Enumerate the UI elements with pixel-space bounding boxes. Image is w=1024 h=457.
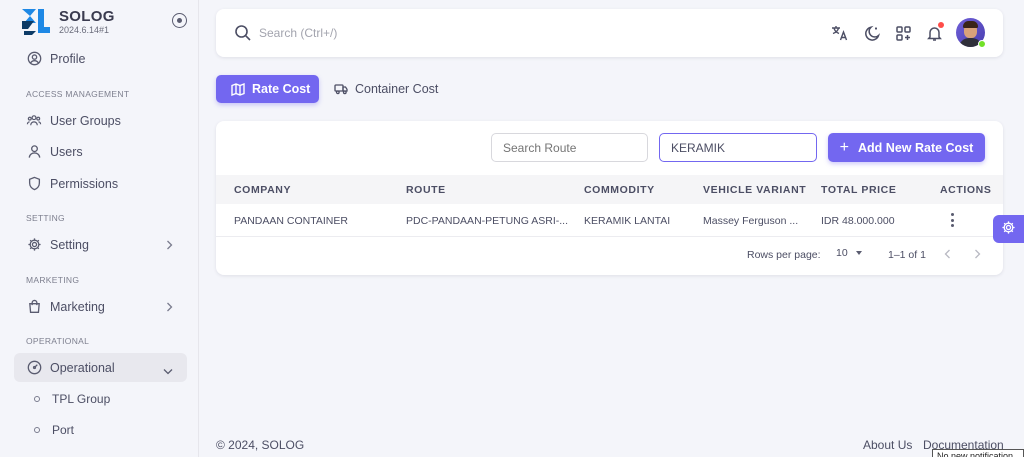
- add-rate-cost-button[interactable]: + Add New Rate Cost: [828, 133, 985, 162]
- sidebar-item-user-groups[interactable]: User Groups: [14, 106, 187, 135]
- more-vertical-icon[interactable]: [950, 213, 954, 227]
- user-icon: [26, 144, 42, 160]
- col-company[interactable]: COMPANY: [234, 184, 291, 196]
- cell-commodity: KERAMIK LANTAI: [584, 215, 671, 227]
- about-us-link[interactable]: About Us: [863, 438, 912, 452]
- tab-rate-cost[interactable]: Rate Cost: [216, 75, 319, 103]
- cell-vehicle-variant: Massey Ferguson ...: [703, 215, 799, 227]
- sidebar-item-label: Operational: [50, 360, 115, 375]
- brand-version: 2024.6.14#1: [59, 24, 110, 35]
- sidebar-item-operational[interactable]: Operational: [14, 353, 187, 382]
- tab-label: Container Cost: [355, 82, 439, 96]
- chevron-down-icon: [163, 364, 173, 378]
- sidebar-collapse-toggle[interactable]: [172, 13, 187, 28]
- sidebar-item-label: TPL Group: [52, 392, 111, 406]
- rows-per-page-label: Rows per page:: [747, 249, 821, 261]
- rows-per-page-select[interactable]: 10: [836, 247, 862, 259]
- users-group-icon: [26, 113, 42, 129]
- plus-icon: +: [839, 138, 850, 156]
- col-route[interactable]: ROUTE: [406, 184, 446, 196]
- sidebar-item-label: Users: [50, 144, 83, 159]
- copyright: © 2024, SOLOG: [216, 438, 305, 452]
- gear-icon: [1001, 220, 1016, 238]
- shield-icon: [26, 176, 42, 192]
- shopping-bag-icon: [26, 299, 42, 315]
- translate-icon[interactable]: [830, 23, 850, 43]
- solog-logo: [20, 7, 52, 37]
- brand[interactable]: SOLOG 2024.6.14#1: [20, 7, 115, 37]
- sidebar-item-permissions[interactable]: Permissions: [14, 169, 187, 198]
- search-input[interactable]: Search (Ctrl+/): [259, 26, 337, 40]
- sidebar-item-setting[interactable]: Setting: [14, 230, 187, 259]
- sidebar-subitem-tpl-group[interactable]: TPL Group: [14, 386, 187, 412]
- gear-icon: [26, 237, 42, 253]
- moon-icon[interactable]: [862, 23, 882, 43]
- chevron-right-icon: [166, 301, 173, 315]
- brand-name: SOLOG: [59, 7, 115, 25]
- map-icon: [231, 82, 245, 96]
- section-operational: OPERATIONAL: [26, 336, 90, 346]
- notification-tooltip: No new notification: [932, 449, 1024, 457]
- topbar: Search (Ctrl+/): [216, 9, 1003, 57]
- cell-total-price: IDR 48.000.000: [821, 215, 895, 227]
- next-page-button[interactable]: [971, 248, 983, 260]
- sidebar-item-label: User Groups: [50, 113, 121, 128]
- user-circle-icon: [26, 51, 42, 67]
- chevron-right-icon: [166, 239, 173, 253]
- gauge-icon: [26, 360, 42, 376]
- section-marketing: MARKETING: [26, 275, 80, 285]
- notification-badge: [938, 22, 944, 28]
- col-vehicle-variant[interactable]: VEHICLE VARIANT: [703, 184, 806, 196]
- cell-route: PDC-PANDAAN-PETUNG ASRI-...: [406, 215, 568, 227]
- section-access-management: ACCESS MANAGEMENT: [26, 89, 130, 99]
- col-commodity[interactable]: COMMODITY: [584, 184, 655, 196]
- sidebar-item-label: Port: [52, 423, 75, 437]
- sidebar-item-profile[interactable]: Profile: [14, 44, 187, 73]
- tab-label: Rate Cost: [252, 82, 311, 96]
- search-route-input[interactable]: [491, 133, 648, 162]
- caret-down-icon: [855, 251, 862, 255]
- apps-grid-icon[interactable]: [893, 23, 913, 43]
- sidebar-item-users[interactable]: Users: [14, 137, 187, 166]
- table-header: COMPANY ROUTE COMMODITY VEHICLE VARIANT …: [216, 175, 1003, 204]
- online-status-dot: [978, 40, 986, 48]
- search-commodity-input[interactable]: [659, 133, 817, 162]
- sidebar-item-label: Permissions: [50, 176, 119, 191]
- theme-customizer-button[interactable]: [993, 215, 1024, 243]
- search-icon[interactable]: [234, 24, 252, 45]
- section-setting: SETTING: [26, 213, 65, 223]
- table-row[interactable]: PANDAAN CONTAINER PDC-PANDAAN-PETUNG ASR…: [216, 204, 1003, 237]
- sidebar-item-marketing[interactable]: Marketing: [14, 292, 187, 321]
- sidebar: SOLOG 2024.6.14#1 Profile ACCESS MANAGEM…: [0, 0, 199, 457]
- col-actions: ACTIONS: [940, 184, 992, 196]
- circle-bullet-icon: [34, 396, 40, 402]
- circle-bullet-icon: [34, 427, 40, 433]
- truck-icon: [334, 83, 348, 95]
- add-rate-cost-label: Add New Rate Cost: [858, 140, 974, 155]
- rate-cost-card: + Add New Rate Cost COMPANY ROUTE COMMOD…: [216, 121, 1003, 275]
- sidebar-item-label: Profile: [50, 51, 86, 66]
- sidebar-item-label: Marketing: [50, 299, 105, 314]
- pagination-range: 1–1 of 1: [888, 249, 926, 261]
- sidebar-item-label: Setting: [50, 237, 89, 252]
- col-total-price[interactable]: TOTAL PRICE: [821, 184, 896, 196]
- rows-per-page-value: 10: [836, 247, 848, 259]
- cell-company: PANDAAN CONTAINER: [234, 215, 348, 227]
- prev-page-button[interactable]: [941, 248, 953, 260]
- tab-container-cost[interactable]: Container Cost: [334, 75, 438, 103]
- sidebar-subitem-port[interactable]: Port: [14, 417, 187, 443]
